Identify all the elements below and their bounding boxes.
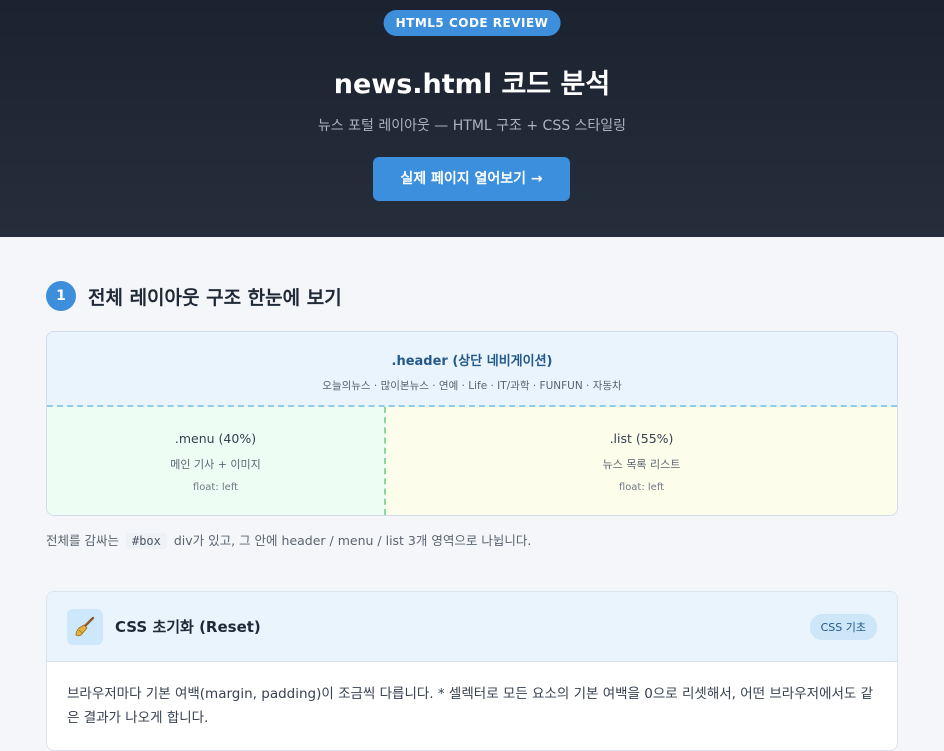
- layout-diagram: .header (상단 네비게이션) 오늘의뉴스 · 많이본뉴스 · 연예 · …: [46, 331, 898, 516]
- layout-list-float: float: left: [618, 482, 665, 493]
- broom-icon: [67, 608, 103, 645]
- layout-menu-desc: 메인 기사 + 이미지: [170, 458, 261, 471]
- layout-header-title: .header (상단 네비게이션): [391, 354, 553, 369]
- layout-list-title: .list (55%): [609, 431, 674, 446]
- section-heading: 1 전체 레이아웃 구조 한눈에 보기: [46, 281, 342, 311]
- layout-menu-float: float: left: [192, 482, 239, 493]
- page-title: news.html 코드 분석: [333, 69, 611, 100]
- layout-list-block: .list (55%) 뉴스 목록 리스트 float: left: [386, 407, 897, 515]
- section-number: 1: [46, 281, 76, 311]
- layout-header-block: .header (상단 네비게이션) 오늘의뉴스 · 많이본뉴스 · 연예 · …: [47, 332, 897, 407]
- card-title: CSS 초기화 (Reset): [115, 618, 261, 636]
- layout-caption: 전체를 감싸는 #box div가 있고, 그 안에 header / menu…: [46, 530, 531, 549]
- card-body: 브라우저마다 기본 여백(margin, padding)이 조금씩 다릅니다.…: [67, 686, 874, 726]
- open-page-button[interactable]: 실제 페이지 열어보기 →: [373, 157, 570, 201]
- layout-menu-block: .menu (40%) 메인 기사 + 이미지 float: left: [47, 407, 386, 515]
- caption-before: 전체를 감싸는: [46, 533, 119, 548]
- section-title: 전체 레이아웃 구조 한눈에 보기: [88, 286, 342, 309]
- reset-card: CSS 초기화 (Reset) CSS 기초 브라우저마다 기본 여백(marg…: [46, 591, 898, 751]
- hero-section: HTML5 CODE REVIEW news.html 코드 분석 뉴스 포털 …: [0, 0, 944, 237]
- layout-menu-title: .menu (40%): [174, 431, 257, 446]
- layout-header-nav: 오늘의뉴스 · 많이본뉴스 · 연예 · Life · IT/과학 · FUNF…: [322, 380, 622, 392]
- card-header: CSS 초기화 (Reset) CSS 기초: [47, 592, 897, 662]
- layout-list-desc: 뉴스 목록 리스트: [602, 458, 681, 471]
- css-basic-tag: CSS 기초: [809, 613, 877, 640]
- html5-badge: HTML5 CODE REVIEW: [383, 10, 561, 36]
- caption-after: div가 있고, 그 안에 header / menu / list 3개 영역…: [173, 533, 532, 548]
- caption-code: #box: [125, 533, 167, 549]
- page-subtitle: 뉴스 포털 레이아웃 — HTML 구조 + CSS 스타일링: [317, 118, 627, 134]
